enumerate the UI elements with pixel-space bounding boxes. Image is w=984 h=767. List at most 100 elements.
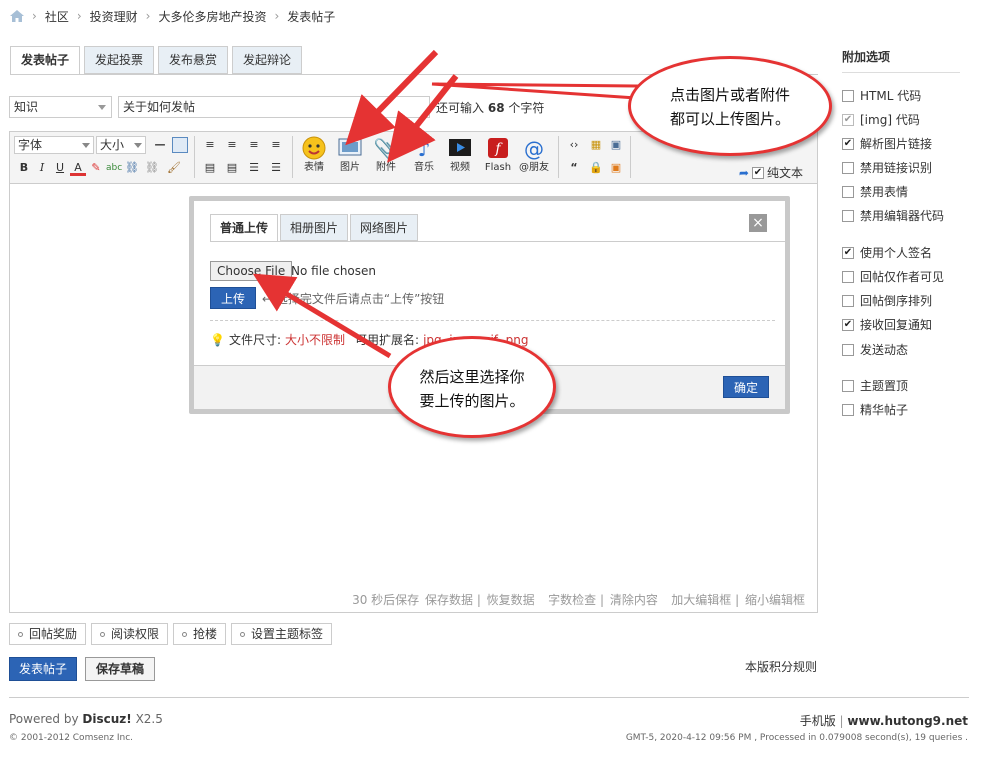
option-checkbox[interactable]: ✔: [842, 318, 854, 331]
insert-doc-icon[interactable]: ▣: [608, 137, 624, 153]
lock-icon[interactable]: 🔒: [588, 160, 604, 176]
sidebar-option[interactable]: HTML 代码: [842, 87, 921, 104]
align-center-icon[interactable]: ≡: [224, 137, 240, 153]
justify-icon[interactable]: ≡: [268, 137, 284, 153]
mobile-link[interactable]: 手机版: [800, 714, 836, 728]
font-select[interactable]: 字体: [14, 136, 94, 154]
clear-content-link[interactable]: 清除内容: [610, 593, 658, 607]
image-label: 图片: [340, 162, 360, 173]
breadcrumb-item[interactable]: 投资理财: [90, 8, 138, 25]
bold-icon[interactable]: B: [16, 160, 32, 176]
tab-post[interactable]: 发表帖子: [10, 46, 81, 75]
category-select[interactable]: 知识: [9, 96, 112, 118]
at-icon: @: [524, 137, 544, 161]
confirm-button[interactable]: 确定: [723, 376, 769, 398]
tab-album-images[interactable]: 相册图片: [280, 214, 349, 241]
tab-web-images[interactable]: 网络图片: [350, 214, 419, 241]
option-checkbox[interactable]: ✔: [842, 113, 854, 126]
reply-reward-option[interactable]: 回帖奖励: [9, 623, 87, 645]
sidebar-option[interactable]: 回帖仅作者可见: [842, 268, 944, 285]
processing-info: GMT-5, 2020-4-12 09:56 PM , Processed in…: [625, 733, 968, 743]
option-checkbox[interactable]: [842, 161, 854, 174]
spellcheck-icon[interactable]: abc: [106, 160, 122, 176]
ordered-list-icon[interactable]: ☰: [246, 160, 262, 176]
choose-file-button[interactable]: Choose File: [210, 261, 293, 281]
option-checkbox[interactable]: [842, 294, 854, 307]
sidebar-option[interactable]: 精华帖子: [842, 401, 908, 418]
site-link[interactable]: www.hutong9.net: [847, 714, 968, 728]
tab-reward[interactable]: 发布悬赏: [158, 46, 229, 74]
background-color-icon[interactable]: ✎: [88, 160, 104, 176]
unlink-icon[interactable]: ⛓: [144, 160, 160, 176]
sidebar-option[interactable]: 禁用链接识别: [842, 159, 932, 176]
upload-button[interactable]: 上传: [210, 287, 256, 309]
sidebar-option[interactable]: ✔ 解析图片链接: [842, 135, 932, 152]
sidebar-option[interactable]: 主题置顶: [842, 377, 908, 394]
sidebar-option[interactable]: ✔ 使用个人签名: [842, 244, 932, 261]
breadcrumb-item[interactable]: 大多伦多房地产投资: [158, 8, 266, 25]
align-left-icon[interactable]: ≡: [202, 137, 218, 153]
tab-debate[interactable]: 发起辩论: [232, 46, 303, 74]
font-color-icon[interactable]: A: [70, 160, 86, 176]
sidebar-option[interactable]: ✔ [img] 代码: [842, 111, 920, 128]
code-icon[interactable]: ‹›: [566, 137, 582, 153]
music-button[interactable]: ♪ 音乐: [408, 136, 440, 174]
sidebar-option[interactable]: 禁用表情: [842, 183, 908, 200]
remain-prefix: 还可输入: [436, 101, 485, 115]
mention-button[interactable]: @ @朋友: [518, 136, 550, 174]
option-checkbox[interactable]: ✔: [842, 246, 854, 259]
sidebar-option[interactable]: 回帖倒序排列: [842, 292, 932, 309]
option-checkbox[interactable]: [842, 343, 854, 356]
hidden-content-icon[interactable]: ▦: [588, 137, 604, 153]
remain-count: 68: [487, 101, 505, 115]
option-checkbox[interactable]: [842, 89, 854, 102]
breadcrumb-item[interactable]: 社区: [45, 8, 69, 25]
format-brush-icon[interactable]: 🖌: [166, 160, 182, 176]
attachment-button[interactable]: 📎 附件: [370, 136, 402, 174]
option-checkbox[interactable]: [842, 270, 854, 283]
option-checkbox[interactable]: [842, 379, 854, 392]
option-checkbox[interactable]: [842, 209, 854, 222]
topic-tags-option[interactable]: 设置主题标签: [231, 623, 333, 645]
float-right-icon[interactable]: ▤: [224, 160, 240, 176]
post-submit-button[interactable]: 发表帖子: [9, 657, 77, 681]
tab-poll[interactable]: 发起投票: [84, 46, 155, 74]
float-left-icon[interactable]: ▤: [202, 160, 218, 176]
unordered-list-icon[interactable]: ☰: [268, 160, 284, 176]
credit-rules-link[interactable]: 本版积分规则: [745, 658, 817, 675]
plain-text-toggle[interactable]: ➦ ✔ 纯文本: [739, 164, 803, 181]
image-button[interactable]: 图片: [334, 136, 366, 174]
italic-icon[interactable]: I: [34, 160, 50, 176]
emoji-button[interactable]: 表情: [298, 136, 330, 174]
link-icon[interactable]: ⛓: [124, 160, 140, 176]
restore-data-link[interactable]: 恢复数据: [487, 593, 535, 607]
save-data-link[interactable]: 保存数据: [425, 593, 473, 607]
size-select[interactable]: 大小: [96, 136, 146, 154]
save-draft-button[interactable]: 保存草稿: [85, 657, 155, 681]
horizontal-rule-icon[interactable]: —: [152, 137, 168, 153]
underline-icon[interactable]: U: [52, 160, 68, 176]
plain-text-checkbox[interactable]: ✔: [751, 166, 764, 179]
floor-grab-option[interactable]: 抢楼: [173, 623, 227, 645]
table-icon[interactable]: [172, 137, 188, 153]
discuz-link[interactable]: Discuz!: [82, 712, 131, 726]
home-icon[interactable]: [10, 10, 24, 22]
free-icon[interactable]: ▣: [608, 160, 624, 176]
close-icon[interactable]: ×: [749, 214, 767, 232]
option-checkbox[interactable]: [842, 403, 854, 416]
align-right-icon[interactable]: ≡: [246, 137, 262, 153]
shrink-editor-link[interactable]: 缩小编辑框: [745, 593, 805, 607]
sidebar-option[interactable]: 禁用编辑器代码: [842, 207, 944, 224]
enlarge-editor-link[interactable]: 加大编辑框: [671, 593, 731, 607]
sidebar-option[interactable]: ✔ 接收回复通知: [842, 316, 932, 333]
tab-normal-upload[interactable]: 普通上传: [210, 214, 279, 242]
quote-icon[interactable]: “: [566, 160, 582, 176]
option-checkbox[interactable]: ✔: [842, 137, 854, 150]
flash-button[interactable]: f Flash: [482, 136, 514, 174]
sidebar-option[interactable]: 发送动态: [842, 341, 908, 358]
option-checkbox[interactable]: [842, 185, 854, 198]
word-check-link[interactable]: 字数检查: [548, 593, 596, 607]
read-permission-option[interactable]: 阅读权限: [91, 623, 169, 645]
video-button[interactable]: 视频: [444, 136, 476, 174]
subject-input[interactable]: 关于如何发帖: [118, 96, 430, 118]
